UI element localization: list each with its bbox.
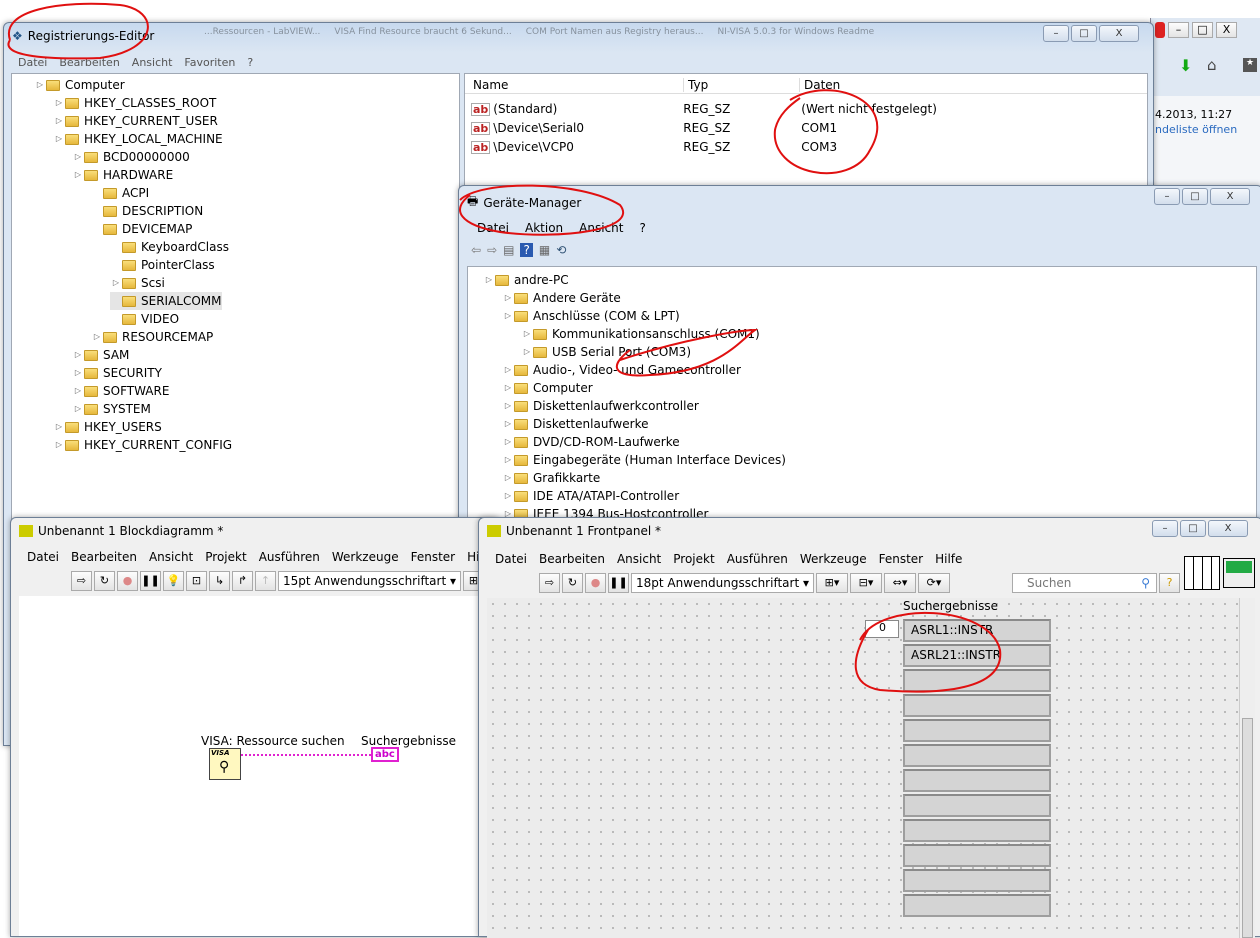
annotation-overlay — [7, 2, 1002, 693]
annotation-circle — [459, 184, 624, 236]
annotation-circle — [854, 611, 1002, 693]
annotation-circle — [773, 89, 879, 175]
annotation-circle — [615, 328, 759, 377]
annotation-circle — [7, 2, 149, 60]
